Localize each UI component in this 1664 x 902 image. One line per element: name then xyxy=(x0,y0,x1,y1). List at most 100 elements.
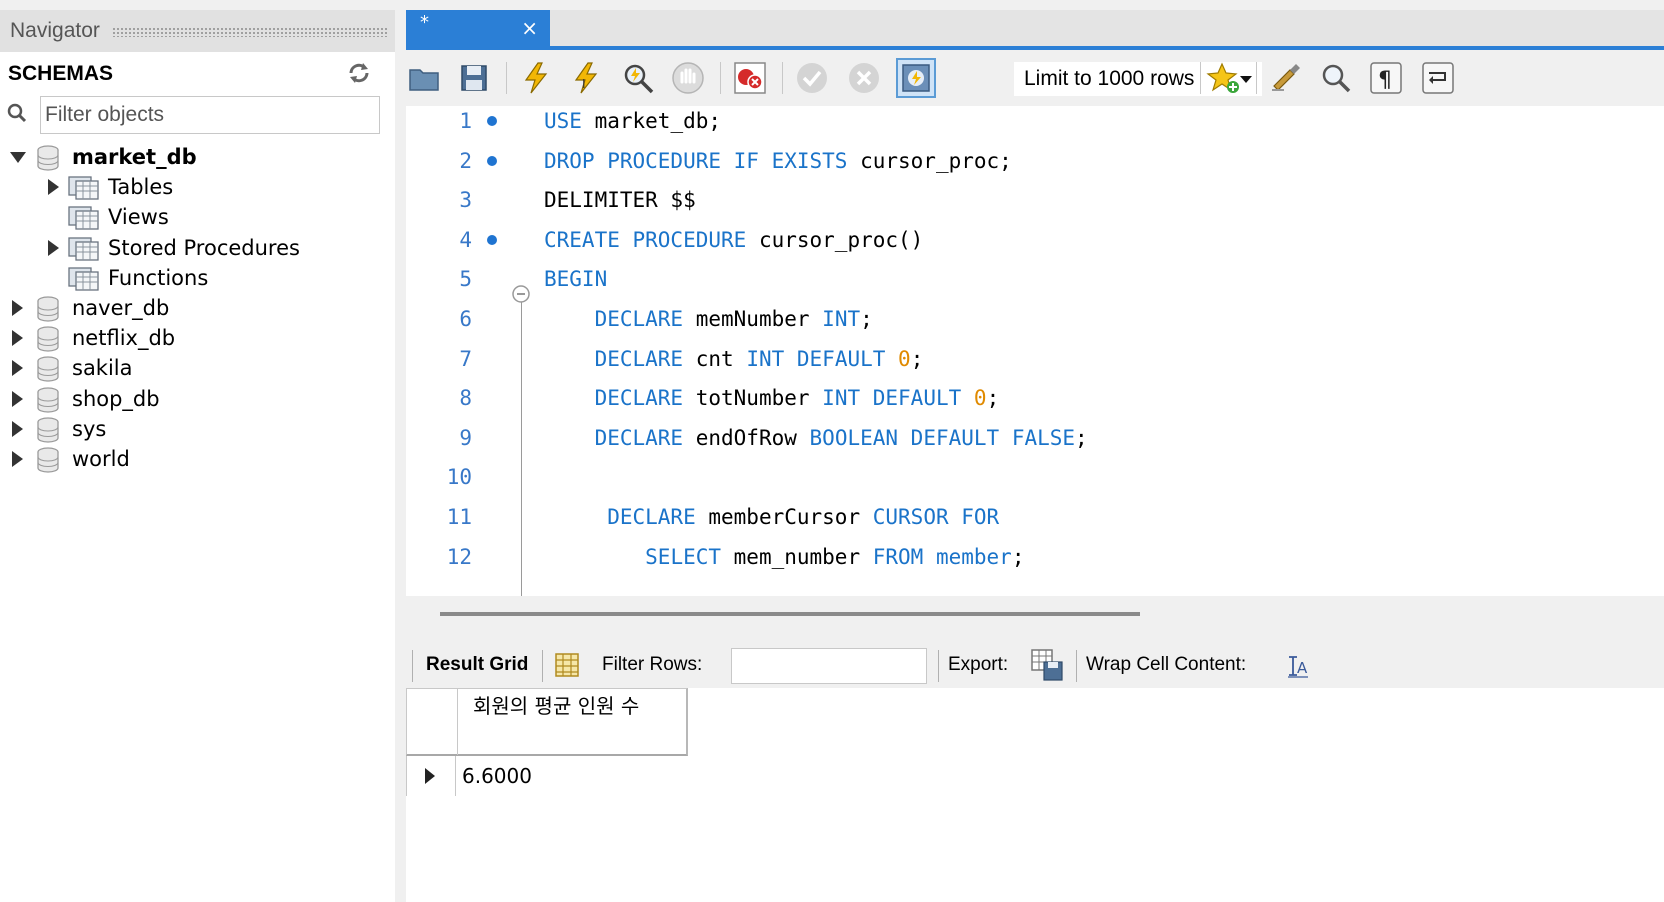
code-line[interactable]: 12 SELECT mem_number FROM member; xyxy=(406,536,1664,578)
chevron-right-icon[interactable] xyxy=(12,390,23,407)
invisible-chars-icon[interactable]: ¶ xyxy=(1368,60,1404,96)
folder-icon xyxy=(68,265,100,291)
code-text: DECLARE cnt INT DEFAULT 0; xyxy=(544,338,924,380)
code-line[interactable]: 3 DELIMITER $$ xyxy=(406,179,1664,221)
code-line[interactable]: 1 USE market_db; xyxy=(406,106,1664,142)
sql-number: 0 xyxy=(898,346,911,371)
sql-keyword: DECLARE xyxy=(594,386,684,411)
rollback-icon[interactable] xyxy=(846,60,882,96)
schema-item-market-db[interactable]: market_db xyxy=(0,142,395,172)
sql-editor[interactable]: 1 USE market_db; 2 DROP PROCEDURE IF EXISTS… xyxy=(406,106,1664,596)
table-cell[interactable]: 6.6000 xyxy=(462,756,532,796)
limit-rows-value: Limit to 1000 rows xyxy=(1024,67,1195,90)
line-number: 1 xyxy=(459,109,472,133)
sql-text: DELIMITER $$ xyxy=(544,188,696,213)
schema-name: sys xyxy=(72,416,107,441)
code-line[interactable]: 7 DECLARE cnt INT DEFAULT 0; xyxy=(406,338,1664,380)
explain-icon[interactable] xyxy=(620,60,656,96)
schema-item-sakila[interactable]: sakila xyxy=(0,353,395,383)
beautify-icon[interactable] xyxy=(1268,60,1304,96)
drag-handle[interactable] xyxy=(112,27,387,37)
code-line[interactable]: 4 CREATE PROCEDURE cursor_proc() xyxy=(406,219,1664,261)
wrap-cell-icon[interactable]: A xyxy=(1286,654,1310,678)
chevron-right-icon[interactable] xyxy=(12,330,23,347)
schema-child-functions[interactable]: Functions xyxy=(0,263,395,293)
grid-icon[interactable] xyxy=(554,652,580,678)
sql-text: cursor_proc; xyxy=(847,148,1012,173)
refresh-icon[interactable] xyxy=(346,60,372,86)
result-grid-tab[interactable]: Result Grid xyxy=(426,642,528,688)
sql-number: 0 xyxy=(973,386,987,411)
schema-child-views[interactable]: Views xyxy=(0,202,395,232)
code-line[interactable]: 6 DECLARE memNumber INT; xyxy=(406,298,1664,340)
open-file-icon[interactable] xyxy=(406,60,442,96)
schema-name: netflix_db xyxy=(72,326,176,351)
filter-rows-input[interactable] xyxy=(731,648,927,684)
statement-marker-icon xyxy=(487,116,497,126)
code-text: DROP PROCEDURE IF EXISTS cursor_proc; xyxy=(544,140,1012,182)
editor-horizontal-scrollbar[interactable] xyxy=(406,596,1664,642)
schema-item-netflix-db[interactable]: netflix_db xyxy=(0,323,395,353)
chevron-down-icon[interactable] xyxy=(10,152,26,163)
execute-icon[interactable] xyxy=(518,60,554,96)
fold-guide xyxy=(521,290,522,596)
schema-item-world[interactable]: world xyxy=(0,444,395,474)
code-line[interactable]: 11 DECLARE memberCursor CURSOR FOR xyxy=(406,496,1664,538)
code-line[interactable]: 5 BEGIN xyxy=(406,258,1664,300)
autocommit-icon[interactable] xyxy=(896,58,936,98)
fold-collapse-icon[interactable] xyxy=(511,284,531,304)
code-text: CREATE PROCEDURE cursor_proc() xyxy=(544,219,923,261)
code-line[interactable]: 8 DECLARE totNumber INT DEFAULT 0; xyxy=(406,377,1664,419)
schema-item-shop-db[interactable]: shop_db xyxy=(0,384,395,414)
navigator-panel: Navigator SCHEMAS market_db Tables Views St… xyxy=(0,0,395,902)
schema-child-tables[interactable]: Tables xyxy=(0,172,395,202)
code-line[interactable]: 9 DECLARE endOfRow BOOLEAN DEFAULT FALSE… xyxy=(406,417,1664,459)
scrollbar-thumb[interactable] xyxy=(440,612,1140,616)
database-icon xyxy=(36,447,60,473)
chevron-right-icon[interactable] xyxy=(12,360,23,377)
line-number: 3 xyxy=(459,188,472,213)
sql-keyword: DECLARE xyxy=(607,505,696,529)
toolbar-separator xyxy=(1076,650,1077,682)
commit-icon[interactable] xyxy=(794,60,830,96)
bookmark-icon[interactable] xyxy=(1206,60,1242,96)
line-number: 4 xyxy=(459,227,472,252)
stop-icon[interactable] xyxy=(670,60,706,96)
error-toggle-icon[interactable] xyxy=(732,60,768,96)
save-icon[interactable] xyxy=(456,60,492,96)
schema-item-sys[interactable]: sys xyxy=(0,414,395,444)
chevron-right-icon[interactable] xyxy=(48,179,59,196)
line-number: 6 xyxy=(459,307,472,331)
code-line[interactable]: 10 xyxy=(406,456,1664,498)
editor-tab[interactable]: * × xyxy=(406,10,550,48)
grid-corner[interactable] xyxy=(407,689,458,755)
schema-child-label: Tables xyxy=(108,175,174,200)
line-number: 5 xyxy=(459,267,472,292)
schema-child-stored-procedures[interactable]: Stored Procedures xyxy=(0,233,395,263)
table-row[interactable]: 6.6000 xyxy=(406,756,688,796)
filter-objects-input[interactable] xyxy=(40,96,380,134)
wrap-icon[interactable] xyxy=(1420,60,1456,96)
export-icon[interactable] xyxy=(1030,648,1064,682)
column-header[interactable]: 회원의 평균 인원 수 xyxy=(473,693,673,719)
svg-text:I: I xyxy=(582,77,586,91)
toolbar-separator xyxy=(938,650,939,682)
chevron-right-icon[interactable] xyxy=(48,239,59,256)
database-icon xyxy=(36,417,60,443)
close-icon[interactable]: × xyxy=(521,18,538,38)
schema-child-label: Functions xyxy=(108,265,209,290)
execute-current-icon[interactable]: I xyxy=(568,60,604,96)
sql-text: cnt xyxy=(683,346,747,371)
find-icon[interactable] xyxy=(1318,60,1354,96)
chevron-right-icon[interactable] xyxy=(12,420,23,437)
row-marker[interactable] xyxy=(406,756,456,796)
code-text: USE market_db; xyxy=(544,106,721,142)
code-line[interactable]: 2 DROP PROCEDURE IF EXISTS cursor_proc; xyxy=(406,140,1664,182)
line-number: 8 xyxy=(459,386,472,411)
tab-title: * xyxy=(420,12,429,33)
chevron-right-icon[interactable] xyxy=(12,451,23,467)
editor-tab-strip xyxy=(406,10,1664,48)
schema-item-naver-db[interactable]: naver_db xyxy=(0,293,395,323)
chevron-right-icon[interactable] xyxy=(12,300,23,316)
